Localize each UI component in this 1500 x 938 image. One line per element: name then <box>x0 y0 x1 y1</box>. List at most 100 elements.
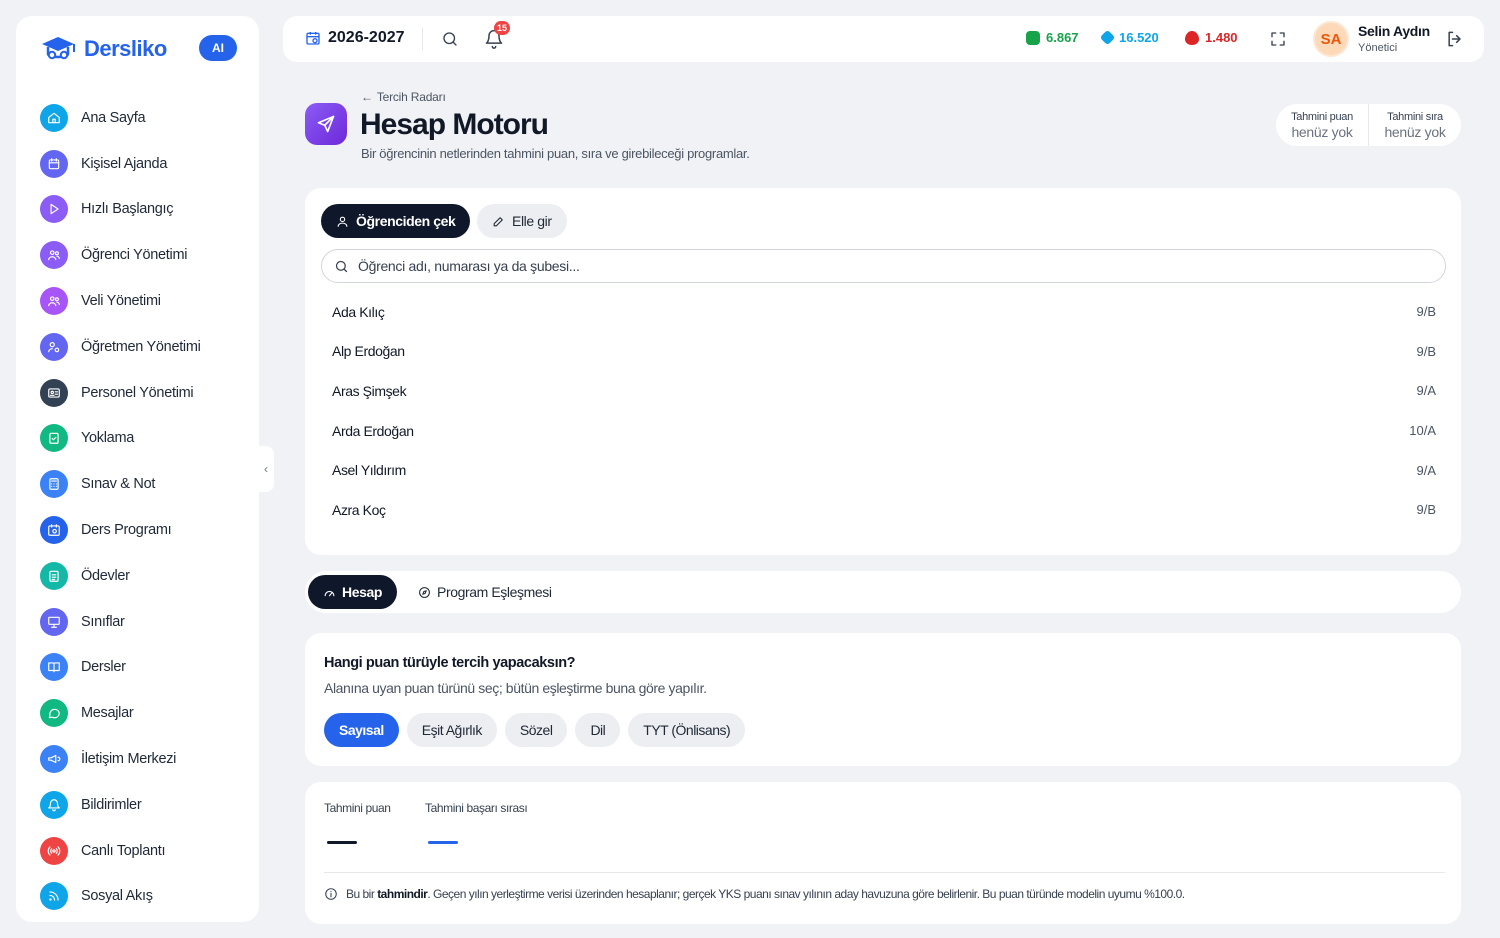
disclaimer-prefix: Bu bir <box>346 887 378 901</box>
clipboard-list-icon <box>40 561 68 590</box>
academic-year-selector[interactable]: 2026-2027 <box>305 29 405 47</box>
notification-count-badge: 15 <box>494 21 511 35</box>
sidebar-item[interactable]: Sınav & Not <box>40 461 240 507</box>
score-type-question: Hangi puan türüyle tercih yapacaksın? <box>324 655 576 671</box>
brand[interactable]: Dersliko <box>38 34 167 64</box>
result-rank-placeholder-dash <box>428 841 458 844</box>
stat-green[interactable]: 6.867 <box>1026 30 1079 45</box>
student-name: Ada Kılıç <box>332 303 385 320</box>
search-icon[interactable] <box>441 30 459 48</box>
id-card-icon <box>40 378 68 407</box>
sidebar-item-label: Canlı Toplantı <box>81 842 166 859</box>
logout-icon[interactable] <box>1445 29 1465 49</box>
sidebar-item[interactable]: Sınıflar <box>40 599 240 645</box>
ai-button[interactable]: AI <box>199 35 237 61</box>
manual-entry-button[interactable]: Elle gir <box>477 204 567 238</box>
score-type-hint: Alanına uyan puan türünü seç; bütün eşle… <box>324 680 707 696</box>
brand-name: Dersliko <box>84 36 167 61</box>
sidebar-item[interactable]: Sosyal Akış <box>40 874 240 920</box>
sidebar-item[interactable]: Personel Yönetimi <box>40 370 240 416</box>
sidebar-item[interactable]: Bildirimler <box>40 782 240 828</box>
estimate-score: Tahmini puan henüz yok <box>1276 104 1368 146</box>
stat-value: 1.480 <box>1205 30 1238 45</box>
stat-fire[interactable]: 1.480 <box>1185 30 1238 45</box>
sidebar-item-label: Öğrenci Yönetimi <box>81 247 188 264</box>
student-search-input[interactable] <box>358 258 1433 274</box>
from-student-button[interactable]: Öğrenciden çek <box>321 204 471 238</box>
page-subtitle: Bir öğrencinin netlerinden tahmini puan,… <box>361 146 750 161</box>
sidebar-item-label: Sosyal Akış <box>81 888 153 905</box>
sidebar-item[interactable]: Öğrenci Yönetimi <box>40 232 240 278</box>
megaphone-icon <box>40 745 68 774</box>
sidebar-item[interactable]: Yoklama <box>40 416 240 462</box>
back-link-label: Tercih Radarı <box>376 90 446 104</box>
sidebar-item-label: Personel Yönetimi <box>81 384 194 401</box>
calendar-icon <box>40 149 68 178</box>
sidebar-item-label: Öğretmen Yönetimi <box>81 338 201 355</box>
calendar-clock-icon <box>40 516 68 545</box>
user-icon <box>337 216 348 227</box>
user-gear-icon <box>40 332 68 361</box>
estimate-rank: Tahmini sıra henüz yok <box>1368 104 1461 146</box>
stat-value: 6.867 <box>1046 30 1079 45</box>
student-class: 9/A <box>1416 383 1436 399</box>
score-type-option[interactable]: Sayısal <box>324 713 399 747</box>
score-type-option[interactable]: Dil <box>575 713 621 747</box>
chevron-left-icon: ‹ <box>264 462 268 476</box>
sidebar-item[interactable]: İletişim Merkezi <box>40 736 240 782</box>
users-icon <box>40 287 68 316</box>
sidebar-item[interactable]: Ödevler <box>40 553 240 599</box>
users-icon <box>40 241 68 270</box>
student-row[interactable]: Aras Şimşek 9/A <box>321 371 1446 411</box>
score-type-option[interactable]: Eşit Ağırlık <box>406 713 497 747</box>
result-score-label: Tahmini puan <box>324 801 391 815</box>
stat-blue[interactable]: 16.520 <box>1099 29 1159 46</box>
back-link[interactable]: ← Tercih Radarı <box>361 90 446 104</box>
sidebar-item-label: İletişim Merkezi <box>81 751 177 768</box>
student-search[interactable] <box>321 249 1446 283</box>
student-class: 10/A <box>1409 423 1436 439</box>
result-rank-label: Tahmini başarı sırası <box>425 801 528 815</box>
tab-hesap[interactable]: Hesap <box>308 575 398 609</box>
estimate-summary: Tahmini puan henüz yok Tahmini sıra henü… <box>1276 104 1461 146</box>
score-type-option[interactable]: TYT (Önlisans) <box>628 713 746 747</box>
sidebar-item-label: Kişisel Ajanda <box>81 155 168 172</box>
sidebar-item[interactable]: Canlı Toplantı <box>40 828 240 874</box>
info-icon <box>325 888 337 900</box>
sidebar-item[interactable]: Mesajlar <box>40 690 240 736</box>
sidebar-item-label: Dersler <box>81 659 126 676</box>
student-name: Asel Yıldırım <box>332 462 406 479</box>
arrow-left-icon: ← <box>361 90 373 104</box>
estimate-score-value: henüz yok <box>1291 123 1353 140</box>
user-name[interactable]: Selin Aydın <box>1358 23 1430 39</box>
disclaimer-text: Bu bir tahmindir. Geçen yılın yerleştirm… <box>346 887 1185 901</box>
gauge-icon <box>324 590 335 596</box>
sidebar-collapse-button[interactable]: ‹ <box>258 446 274 492</box>
student-row[interactable]: Alp Erdoğan 9/B <box>321 332 1446 372</box>
sidebar-item[interactable]: Dersler <box>40 645 240 691</box>
tab-program-matching[interactable]: Program Eşleşmesi <box>403 575 567 609</box>
sidebar-item[interactable]: Veli Yönetimi <box>40 278 240 324</box>
sidebar-item[interactable]: Hızlı Başlangıç <box>40 187 240 233</box>
sidebar-item-label: Hızlı Başlangıç <box>81 201 174 218</box>
student-row[interactable]: Asel Yıldırım 9/A <box>321 450 1446 490</box>
sidebar-item[interactable]: Ders Programı <box>40 507 240 553</box>
avatar[interactable]: SA <box>1313 21 1349 57</box>
sidebar-item[interactable]: Öğretmen Yönetimi <box>40 324 240 370</box>
score-type-option[interactable]: Sözel <box>504 713 568 747</box>
fullscreen-icon[interactable] <box>1269 30 1287 48</box>
sidebar-item[interactable]: Kişisel Ajanda <box>40 141 240 187</box>
divider <box>422 28 423 50</box>
student-row[interactable]: Azra Koç 9/B <box>321 490 1446 530</box>
search-icon <box>335 260 348 272</box>
student-row[interactable]: Arda Erdoğan 10/A <box>321 411 1446 451</box>
blue-gem-icon <box>1099 29 1116 46</box>
pencil-icon <box>493 216 503 226</box>
tab-program-matching-label: Program Eşleşmesi <box>437 584 552 600</box>
sidebar-item-label: Ana Sayfa <box>81 109 146 126</box>
student-row[interactable]: Ada Kılıç 9/B <box>321 292 1446 332</box>
sidebar-item[interactable]: Ana Sayfa <box>40 95 240 141</box>
bell-icon <box>40 790 68 819</box>
estimate-rank-value: henüz yok <box>1384 123 1446 140</box>
disclaimer-bold: tahmindir <box>377 887 428 901</box>
